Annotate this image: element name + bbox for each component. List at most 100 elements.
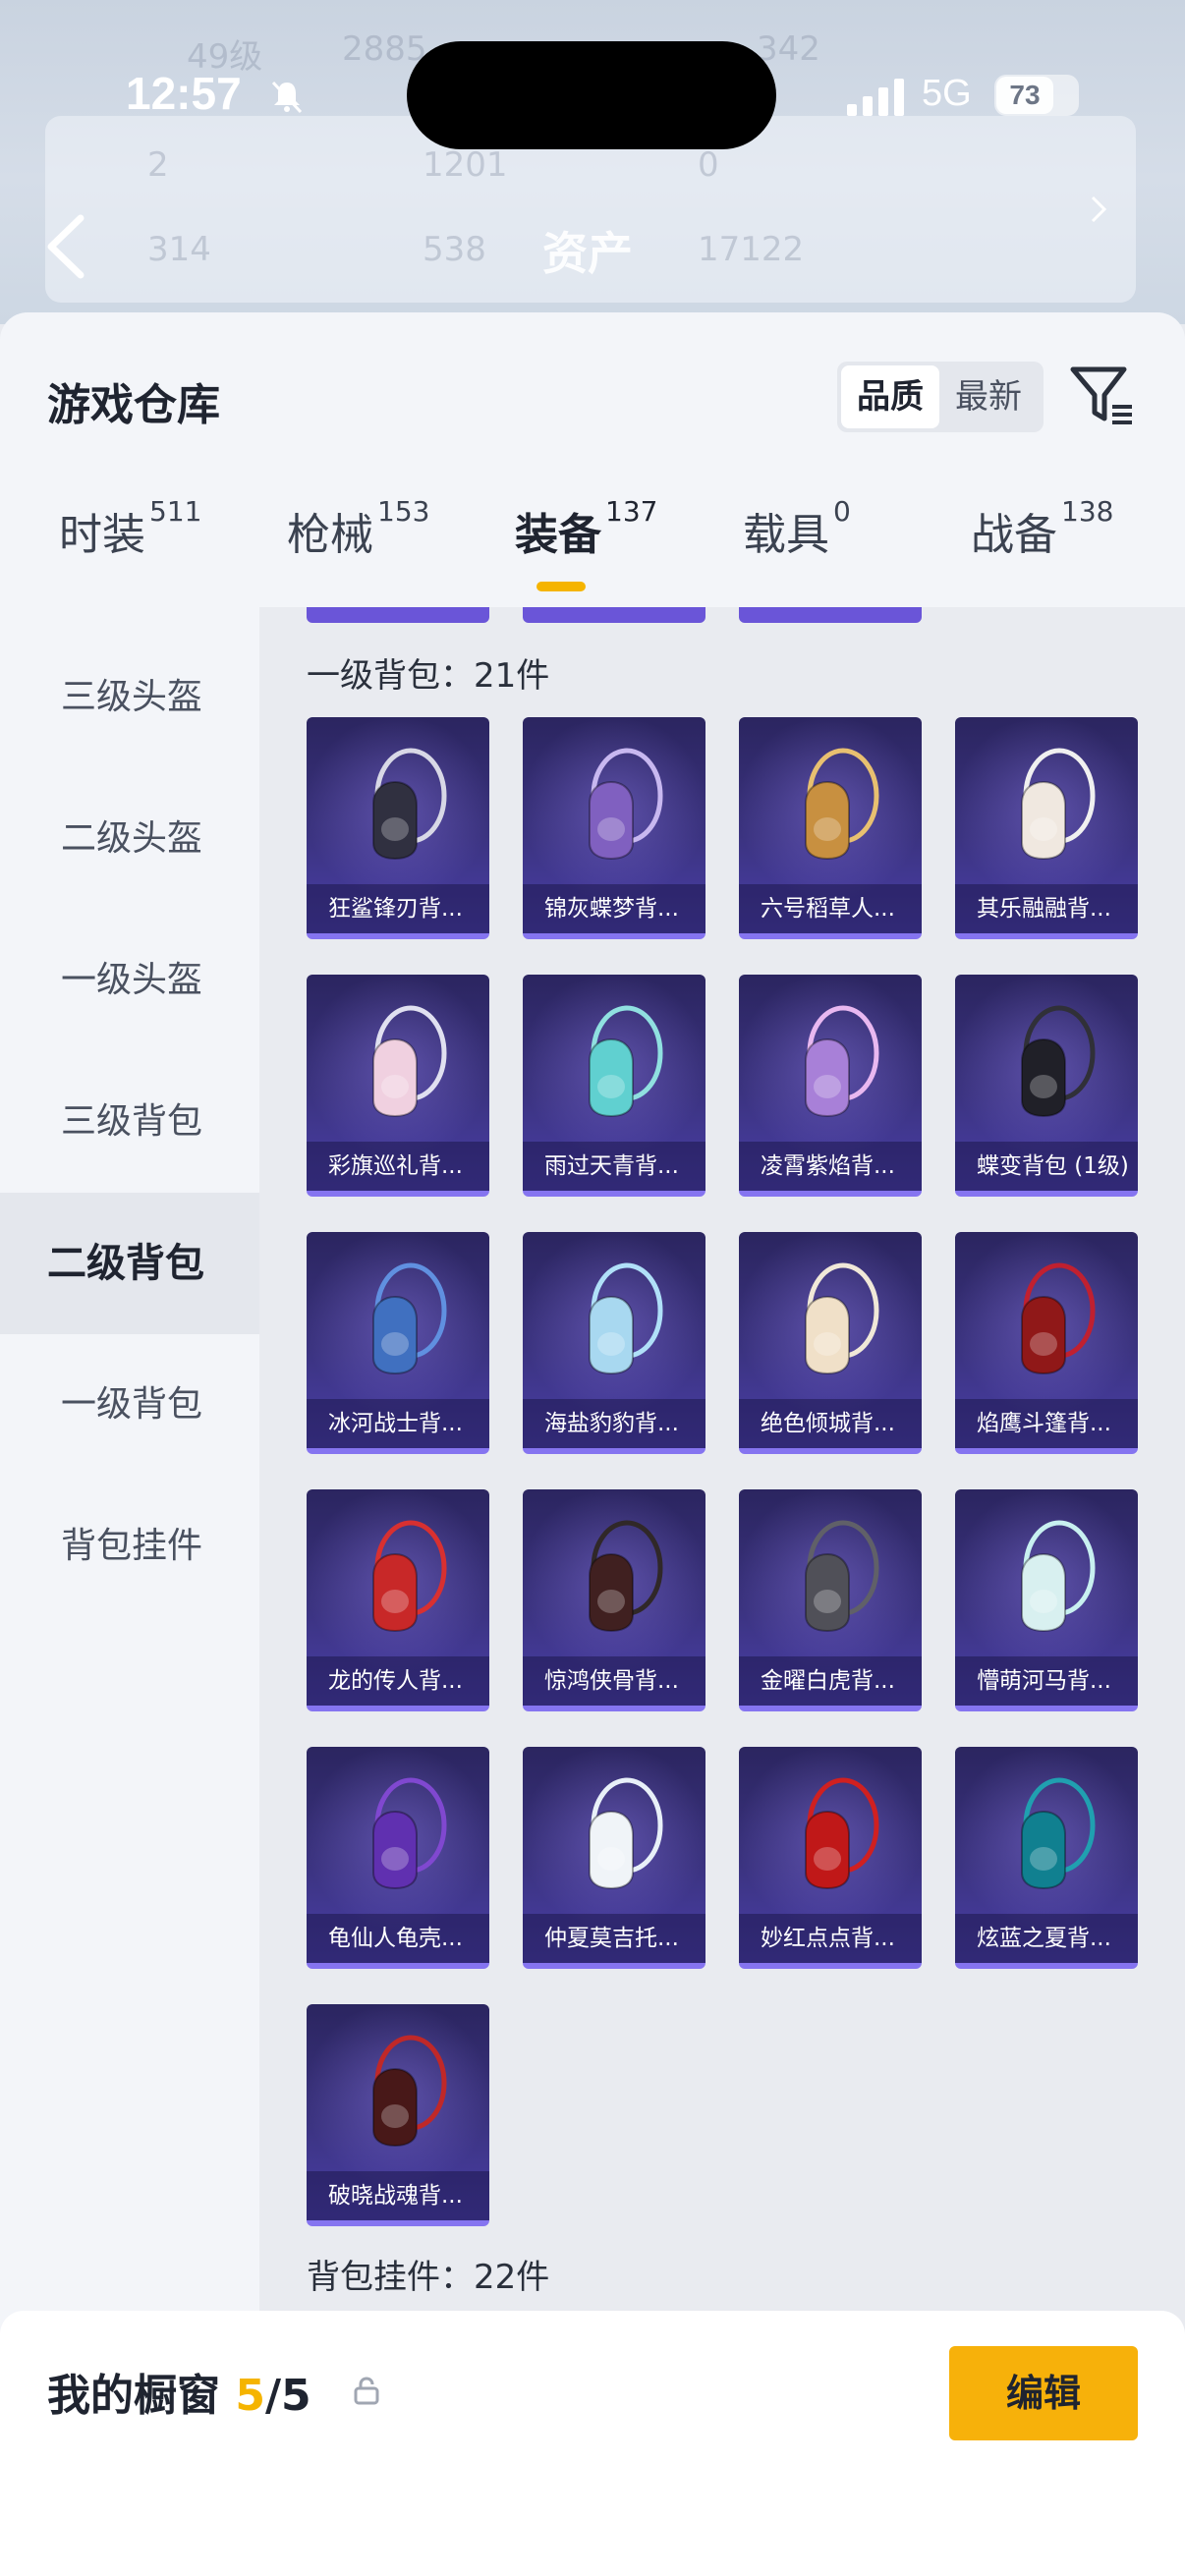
item-card[interactable]: 炫蓝之夏背... — [955, 1747, 1138, 1969]
item-name: 彩旗巡礼背... — [307, 1142, 489, 1191]
backpack-icon — [805, 1005, 879, 1118]
ghost-value: 0 — [698, 145, 719, 185]
item-name: 六号稻草人... — [739, 884, 922, 933]
item-card[interactable]: 海盐豹豹背... — [523, 1232, 705, 1454]
item-card[interactable]: 彩旗巡礼背... — [307, 975, 489, 1197]
showcase-count-total: /5 — [264, 2371, 311, 2421]
item-name: 龙的传人背... — [307, 1656, 489, 1706]
ghost-value: 2885 — [342, 29, 427, 69]
backpack-icon — [589, 1262, 663, 1375]
backpack-icon — [805, 1777, 879, 1890]
previous-card-edge — [523, 607, 705, 623]
item-card[interactable]: 妙红点点背... — [739, 1747, 922, 1969]
sidebar-item-helmet-1[interactable]: 一级头盔 — [0, 910, 259, 1051]
item-name: 惊鸿侠骨背... — [523, 1656, 705, 1706]
sidebar-item-backpack-2[interactable]: 二级背包 — [0, 1193, 259, 1334]
tab-count: 153 — [377, 495, 430, 528]
backpack-icon — [805, 748, 879, 861]
sort-latest-button[interactable]: 最新 — [939, 365, 1038, 428]
tab-vehicles[interactable]: 载具 0 — [743, 495, 851, 607]
sheet-title: 游戏仓库 — [47, 380, 220, 430]
ghost-value: 538 — [423, 230, 486, 269]
section-header: 背包挂件：22件 — [307, 2258, 550, 2297]
category-tabs: 时装 511 枪械 153 装备 137 载具 0 战备 138 — [0, 495, 1185, 607]
ghost-value: 1201 — [423, 145, 508, 185]
backpack-icon — [372, 1520, 447, 1633]
item-card[interactable]: 龙的传人背... — [307, 1489, 489, 1711]
tab-count: 0 — [833, 495, 851, 528]
item-name: 凌霄紫焰背... — [739, 1142, 922, 1191]
tab-label: 载具 — [743, 510, 829, 560]
tab-count: 511 — [149, 495, 202, 528]
item-card[interactable]: 凌霄紫焰背... — [739, 975, 922, 1197]
item-card[interactable]: 仲夏莫吉托... — [523, 1747, 705, 1969]
tab-label: 战备 — [971, 510, 1057, 560]
bell-muted-icon — [271, 81, 303, 114]
showcase-title: 我的橱窗 5/5 — [47, 2360, 311, 2423]
item-card[interactable]: 锦灰蝶梦背... — [523, 717, 705, 939]
item-name: 炫蓝之夏背... — [955, 1914, 1138, 1963]
sidebar-item-backpack-3[interactable]: 三级背包 — [0, 1051, 259, 1193]
sidebar-item-backpack-charm[interactable]: 背包挂件 — [0, 1476, 259, 1617]
backpack-icon — [589, 1777, 663, 1890]
showcase-label: 我的橱窗 — [47, 2371, 220, 2421]
item-name: 妙红点点背... — [739, 1914, 922, 1963]
sort-quality-button[interactable]: 品质 — [841, 365, 939, 428]
edit-button[interactable]: 编辑 — [949, 2346, 1138, 2440]
item-grid-panel: 一级背包：21件 狂鲨锋刃背... 锦灰蝶梦背... 六号稻草人... 其乐融融背..… — [259, 607, 1185, 2366]
battery-level: 73 — [996, 77, 1053, 114]
backpack-icon — [372, 748, 447, 861]
tab-combat-prep[interactable]: 战备 138 — [971, 495, 1113, 607]
backpack-icon — [1021, 1777, 1096, 1890]
item-card[interactable]: 雨过天青背... — [523, 975, 705, 1197]
status-time: 12:57 — [126, 68, 242, 119]
previous-card-edge — [739, 607, 922, 623]
backpack-icon — [372, 2035, 447, 2148]
lock-icon — [354, 2377, 379, 2405]
item-name: 焰鹰斗篷背... — [955, 1399, 1138, 1448]
ghost-value: 17122 — [698, 230, 805, 269]
backpack-icon — [372, 1005, 447, 1118]
backpack-icon — [1021, 748, 1096, 861]
category-sidebar: 三级头盔 二级头盔 一级头盔 三级背包 二级背包 一级背包 背包挂件 — [0, 607, 259, 2366]
item-name: 龟仙人龟壳... — [307, 1914, 489, 1963]
backpack-icon — [1021, 1520, 1096, 1633]
item-card[interactable]: 懵萌河马背... — [955, 1489, 1138, 1711]
back-arrow-icon[interactable] — [43, 212, 88, 281]
item-name: 冰河战士背... — [307, 1399, 489, 1448]
sidebar-item-backpack-1[interactable]: 一级背包 — [0, 1334, 259, 1476]
sidebar-item-helmet-3[interactable]: 三级头盔 — [0, 627, 259, 768]
ghost-value: 342 — [757, 29, 820, 69]
item-name: 绝色倾城背... — [739, 1399, 922, 1448]
item-card[interactable]: 金曜白虎背... — [739, 1489, 922, 1711]
sidebar-item-helmet-2[interactable]: 二级头盔 — [0, 768, 259, 910]
item-card[interactable]: 其乐融融背... — [955, 717, 1138, 939]
item-card[interactable]: 绝色倾城背... — [739, 1232, 922, 1454]
page-title: 资产 — [542, 227, 633, 280]
item-card[interactable]: 龟仙人龟壳... — [307, 1747, 489, 1969]
item-name: 懵萌河马背... — [955, 1656, 1138, 1706]
item-card[interactable]: 惊鸿侠骨背... — [523, 1489, 705, 1711]
tab-fashion[interactable]: 时装 511 — [59, 495, 201, 607]
warehouse-sheet: 游戏仓库 品质 最新 时装 511 枪械 153 装备 137 载具 0 战备 138 三… — [0, 312, 1185, 2576]
item-card[interactable]: 蝶变背包 (1级) — [955, 975, 1138, 1197]
ghost-value: 314 — [147, 230, 211, 269]
item-name: 雨过天青背... — [523, 1142, 705, 1191]
item-card[interactable]: 焰鹰斗篷背... — [955, 1232, 1138, 1454]
item-card[interactable]: 狂鲨锋刃背... — [307, 717, 489, 939]
filter-icon[interactable] — [1067, 360, 1138, 430]
item-name: 蝶变背包 (1级) — [955, 1142, 1138, 1191]
backpack-icon — [1021, 1005, 1096, 1118]
backpack-icon — [805, 1520, 879, 1633]
tab-equipment[interactable]: 装备 137 — [515, 495, 657, 607]
showcase-count-current: 5 — [235, 2371, 265, 2421]
item-name: 其乐融融背... — [955, 884, 1138, 933]
tab-guns[interactable]: 枪械 153 — [287, 495, 429, 607]
item-card[interactable]: 破晓战魂背... — [307, 2004, 489, 2226]
dynamic-island — [407, 41, 776, 149]
item-card[interactable]: 六号稻草人... — [739, 717, 922, 939]
backpack-icon — [1021, 1262, 1096, 1375]
tab-label: 时装 — [59, 510, 145, 560]
item-card[interactable]: 冰河战士背... — [307, 1232, 489, 1454]
backpack-icon — [372, 1777, 447, 1890]
